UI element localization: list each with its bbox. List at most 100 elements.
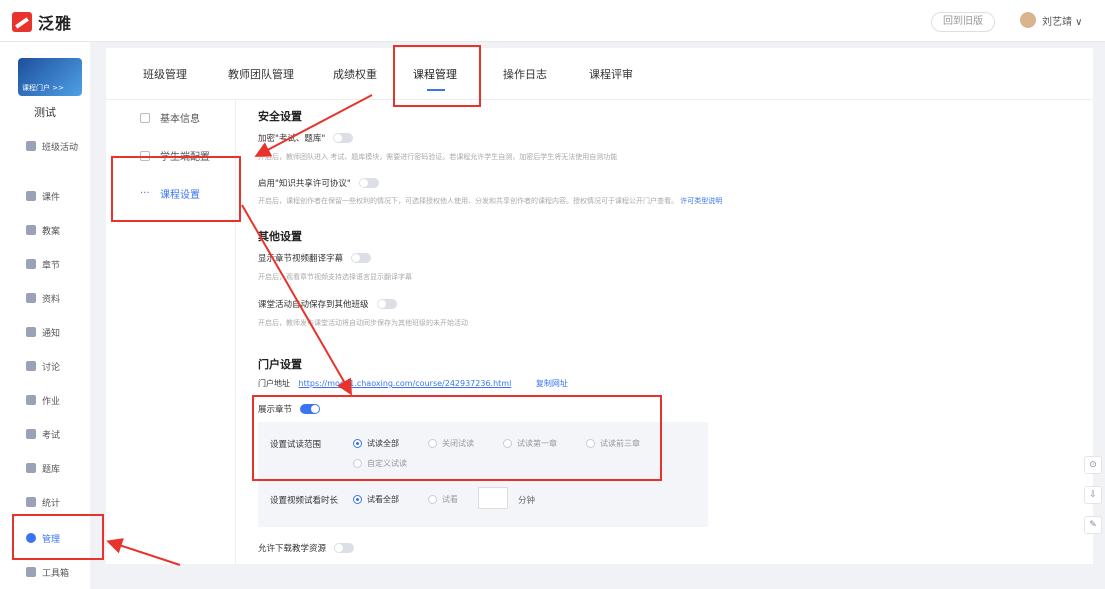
sidebar-item-label: 考试 (42, 430, 61, 441)
sidebar-item-courseware[interactable]: 课件 (0, 180, 90, 212)
speaker-icon (26, 327, 36, 337)
stack-icon (26, 463, 36, 473)
encrypt-exam-hint: 开启后，教师团队进入 考试、题库模块，需要进行密码验证。若课程允许学生自测，加密… (258, 153, 618, 161)
sidebar-item-label: 工具箱 (42, 568, 70, 579)
service-icon[interactable]: ⊙ (1084, 456, 1102, 474)
sidebar-item-label: 题库 (42, 464, 61, 475)
main-panel: 班级管理 教师团队管理 成绩权重 课程管理 操作日志 课程评审 基本信息 学生端… (106, 48, 1093, 564)
tab-teacher-team[interactable]: 教师团队管理 (228, 66, 294, 82)
radio-label: 试看 (442, 495, 458, 504)
sidebar-item-label: 班级活动 (42, 142, 79, 153)
download-icon[interactable]: ⇩ (1084, 486, 1102, 504)
back-to-old-version-button[interactable]: 回到旧版 (931, 12, 995, 32)
download-row: 允许下载教学资源 (258, 542, 355, 554)
video-all-radio[interactable]: 试看全部 (353, 494, 399, 505)
sidebar-item-label: 讨论 (42, 362, 61, 373)
license-type-link[interactable]: 许可类型说明 (680, 197, 722, 205)
tab-operation-log[interactable]: 操作日志 (503, 66, 547, 82)
license-toggle[interactable] (358, 178, 379, 188)
portal-url-link[interactable]: https://mooc1.chaoxing.com/course/242937… (299, 379, 512, 388)
video-partial-radio[interactable]: 试看 (428, 494, 458, 505)
encrypt-exam-label: 加密"考试、题库" (258, 134, 326, 144)
top-header: 泛雅 回到旧版 刘艺靖 ∨ (0, 0, 1105, 42)
avatar (1020, 12, 1036, 28)
sidebar-item-class-activity[interactable]: 班级活动 (0, 130, 90, 162)
sidebar-item-question-bank[interactable]: 题库 (0, 452, 90, 484)
logo-text: 泛雅 (38, 14, 73, 33)
sidebar-item-chapters[interactable]: 章节 (0, 248, 90, 280)
radio-icon (353, 495, 362, 504)
file-icon (26, 191, 36, 201)
radio-label: 试看全部 (367, 495, 399, 504)
sidebar-item-label: 统计 (42, 498, 61, 509)
pie-icon (26, 497, 36, 507)
download-label: 允许下载教学资源 (258, 544, 327, 554)
sidebar-item-notice[interactable]: 通知 (0, 316, 90, 348)
edit-icon (26, 395, 36, 405)
minutes-input[interactable] (478, 487, 508, 509)
annotation-box-course-management (393, 45, 481, 107)
feedback-icon[interactable]: ✎ (1084, 516, 1102, 534)
app-logo[interactable]: 泛雅 (12, 10, 72, 34)
sidebar-item-lesson-plan[interactable]: 教案 (0, 214, 90, 246)
annotation-box-portal-options (252, 395, 662, 481)
info-icon (140, 112, 150, 123)
subtitle-hint: 开启后，观看章节视频支持选择语言显示翻译字幕 (258, 273, 412, 281)
grid-icon (26, 141, 36, 151)
license-hint: 开启后，课程创作者在保留一些权利的情况下，可选择授权他人使用、分发和共享创作者的… (258, 196, 722, 206)
list-icon (26, 259, 36, 269)
subtitle-row: 显示章节视频翻译字幕 (258, 252, 372, 264)
tab-bar: 班级管理 教师团队管理 成绩权重 课程管理 操作日志 课程评审 (106, 48, 1093, 100)
subnav-basic-info[interactable]: 基本信息 (140, 110, 200, 125)
course-name: 测试 (34, 106, 56, 119)
portal-url-label: 门户地址 (258, 379, 290, 388)
user-name: 刘艺靖 ∨ (1042, 16, 1083, 28)
subtitle-label: 显示章节视频翻译字幕 (258, 254, 344, 264)
other-settings-title: 其他设置 (258, 230, 302, 243)
video-trial-label: 设置视频试看时长 (270, 496, 339, 506)
tab-class-management[interactable]: 班级管理 (143, 66, 187, 82)
sidebar-item-label: 作业 (42, 396, 61, 407)
encrypt-exam-row: 加密"考试、题库" (258, 132, 354, 144)
sidebar-item-discussion[interactable]: 讨论 (0, 350, 90, 382)
left-sidebar: 课程门户 >> 测试 班级活动 课件 教案 章节 资料 通知 讨论 作业 考试 … (0, 42, 90, 589)
sidebar-item-label: 通知 (42, 328, 61, 339)
tab-grade-weight[interactable]: 成绩权重 (333, 66, 377, 82)
sidebar-item-label: 课件 (42, 192, 61, 203)
auto-save-label: 课堂活动自动保存到其他班级 (258, 300, 369, 310)
folder-icon (26, 293, 36, 303)
chat-icon (26, 361, 36, 371)
auto-save-hint: 开启后，教师发布课堂活动将自动同步保存为其他班级的未开始活动 (258, 319, 468, 327)
license-row: 启用"知识共享许可协议" (258, 177, 379, 189)
sidebar-item-homework[interactable]: 作业 (0, 384, 90, 416)
annotation-box-manage (12, 514, 104, 560)
license-label: 启用"知识共享许可协议" (258, 179, 351, 189)
annotation-box-course-settings (111, 156, 241, 222)
sidebar-item-label: 资料 (42, 294, 61, 305)
sidebar-item-label: 章节 (42, 260, 61, 271)
user-menu[interactable]: 刘艺靖 ∨ (1020, 12, 1083, 28)
course-cover[interactable]: 课程门户 >> (18, 58, 82, 96)
auto-save-row: 课堂活动自动保存到其他班级 (258, 298, 397, 310)
license-hint-text: 开启后，课程创作者在保留一些权利的情况下，可选择授权他人使用、分发和共享创作者的… (258, 197, 678, 205)
settings-content: 安全设置 加密"考试、题库" 开启后，教师团队进入 考试、题库模块，需要进行密码… (256, 100, 1086, 564)
tab-course-review[interactable]: 课程评审 (589, 66, 633, 82)
download-toggle[interactable] (334, 543, 355, 553)
subnav-label: 基本信息 (160, 114, 200, 125)
auto-save-toggle[interactable] (376, 299, 397, 309)
portal-settings-title: 门户设置 (258, 358, 302, 371)
sidebar-item-toolbox[interactable]: 工具箱 (0, 556, 90, 588)
sidebar-item-exam[interactable]: 考试 (0, 418, 90, 450)
doc-icon (26, 225, 36, 235)
radio-icon (428, 495, 437, 504)
security-settings-title: 安全设置 (258, 110, 302, 123)
toolbox-icon (26, 567, 36, 577)
sidebar-item-label: 教案 (42, 226, 61, 237)
copy-url-button[interactable]: 复制网址 (536, 379, 568, 388)
subtitle-toggle[interactable] (351, 253, 372, 263)
sidebar-item-materials[interactable]: 资料 (0, 282, 90, 314)
encrypt-exam-toggle[interactable] (333, 133, 354, 143)
course-portal-link[interactable]: 课程门户 >> (22, 83, 64, 93)
logo-icon (12, 12, 32, 32)
minutes-unit: 分钟 (518, 496, 536, 506)
